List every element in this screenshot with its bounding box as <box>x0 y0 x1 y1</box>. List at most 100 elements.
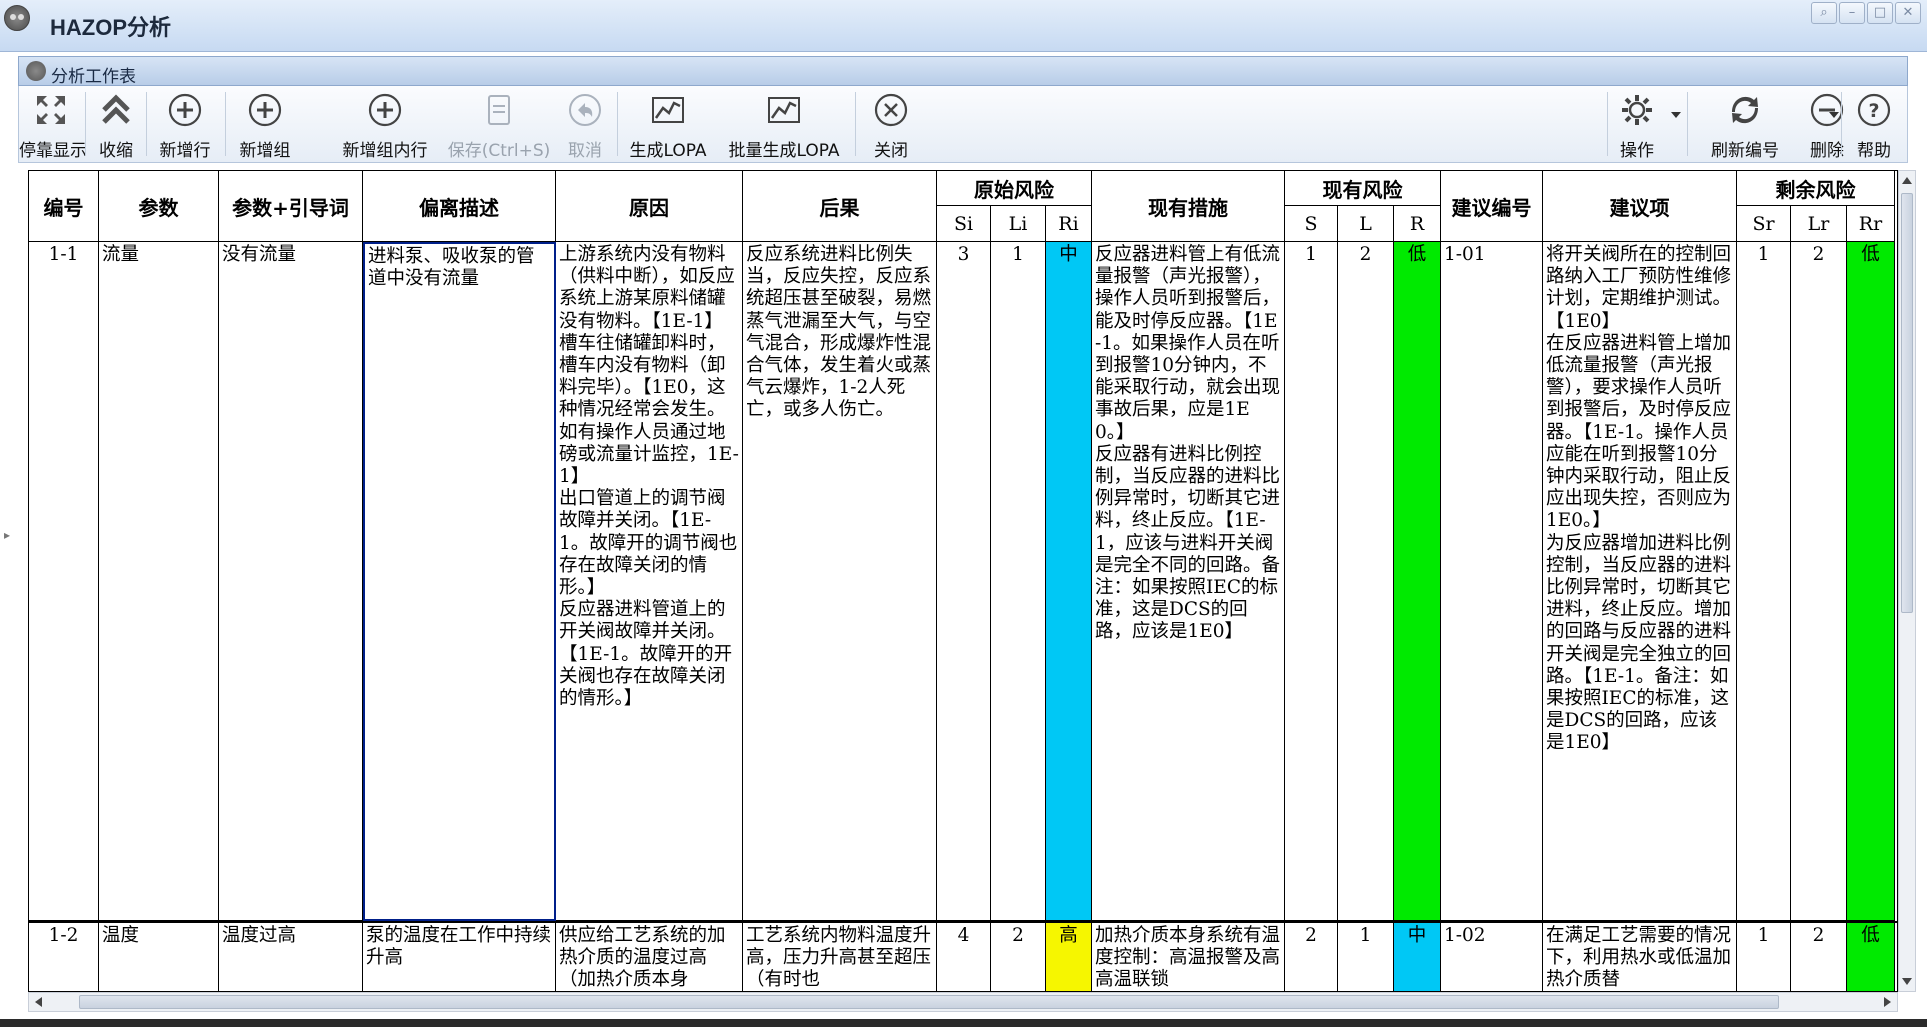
vertical-scroll-thumb[interactable] <box>1901 193 1913 613</box>
expand-side-icon[interactable]: ▸ <box>4 528 10 542</box>
cell-sugg[interactable]: 在满足工艺需要的情况下，利用热水或低温加热介质替 <box>1543 923 1737 991</box>
toolbar-separator <box>855 92 856 156</box>
header-cur-risk[interactable]: 现有风险 <box>1285 171 1441 206</box>
header-ri[interactable]: Ri <box>1046 206 1092 242</box>
cell-r[interactable]: 中 <box>1394 923 1441 991</box>
toolbar-separator <box>1841 92 1842 156</box>
maximize-icon[interactable]: □ <box>1867 2 1893 24</box>
cell-consequence[interactable]: 反应系统进料比例失当，反应失控，反应系统超压甚至破裂，易燃蒸气泄漏至大气，与空气… <box>743 242 937 921</box>
horizontal-scroll-thumb[interactable] <box>79 995 1779 1009</box>
line-chart-icon <box>652 97 684 123</box>
cell-lr[interactable]: 2 <box>1791 923 1847 991</box>
header-l[interactable]: L <box>1338 206 1394 242</box>
cell-no[interactable]: 1-1 <box>29 242 99 921</box>
cell-li[interactable]: 2 <box>991 923 1046 991</box>
header-res-risk[interactable]: 剩余风险 <box>1737 171 1895 206</box>
batch-lopa-button[interactable]: 批量生成LOPA <box>719 86 849 163</box>
header-orig-risk[interactable]: 原始风险 <box>937 171 1092 206</box>
svg-text:?: ? <box>1868 100 1879 122</box>
header-rr[interactable]: Rr <box>1847 206 1895 242</box>
cell-rr[interactable]: 低 <box>1847 242 1895 921</box>
cell-ri[interactable]: 中 <box>1046 242 1092 921</box>
cell-li[interactable]: 1 <box>991 242 1046 921</box>
header-li[interactable]: Li <box>991 206 1046 242</box>
operate-button[interactable]: 操作 <box>1611 86 1663 163</box>
close-button[interactable]: 关闭 <box>865 86 917 163</box>
chevron-down-icon[interactable] <box>1829 112 1839 118</box>
cell-l[interactable]: 2 <box>1338 242 1394 921</box>
cell-cause[interactable]: 上游系统内没有物料（供料中断），如反应系统上游某原料储罐没有物料。【1E-1】 … <box>556 242 743 921</box>
header-cause[interactable]: 原因 <box>556 171 743 242</box>
gen-lopa-button[interactable]: 生成LOPA <box>621 86 715 163</box>
cell-s[interactable]: 2 <box>1285 923 1338 991</box>
scroll-left-icon[interactable] <box>35 997 42 1007</box>
header-deviation[interactable]: 偏离描述 <box>363 171 556 242</box>
close-window-icon[interactable]: ✕ <box>1895 2 1921 24</box>
help-label: 帮助 <box>1857 141 1891 161</box>
header-lr[interactable]: Lr <box>1791 206 1847 242</box>
scroll-up-icon[interactable] <box>1902 177 1912 184</box>
undo-icon <box>569 94 601 126</box>
help-button[interactable]: ? 帮助 <box>1845 86 1903 163</box>
cell-sugg-no[interactable]: 1-01 <box>1441 242 1543 921</box>
cell-measures[interactable]: 反应器进料管上有低流量报警（声光报警），操作人员听到报警后，能及时停反应器。【1… <box>1092 242 1285 921</box>
toolbar-separator <box>85 92 86 156</box>
header-sr[interactable]: Sr <box>1737 206 1791 242</box>
close-circle-icon <box>874 93 908 127</box>
horizontal-scrollbar[interactable] <box>28 992 1898 1012</box>
scroll-down-icon[interactable] <box>1902 978 1912 985</box>
cell-sr[interactable]: 1 <box>1737 923 1791 991</box>
cancel-button[interactable]: 取消 <box>559 86 611 163</box>
pin-icon[interactable]: ⌕ <box>1811 2 1837 24</box>
cell-l[interactable]: 1 <box>1338 923 1394 991</box>
header-s[interactable]: S <box>1285 206 1338 242</box>
header-measures[interactable]: 现有措施 <box>1092 171 1285 242</box>
cell-ri[interactable]: 高 <box>1046 923 1092 991</box>
cell-measures[interactable]: 加热介质本身系统有温度控制：高温报警及高高温联锁 <box>1092 923 1285 991</box>
header-si[interactable]: Si <box>937 206 991 242</box>
add-in-group-button[interactable]: 新增组内行 <box>339 86 431 163</box>
cell-r[interactable]: 低 <box>1394 242 1441 921</box>
save-button[interactable]: 保存(Ctrl+S) <box>443 86 555 163</box>
header-param-guide[interactable]: 参数+引导词 <box>219 171 363 242</box>
minimize-icon[interactable]: – <box>1839 2 1865 24</box>
cell-cause[interactable]: 供应给工艺系统的加热介质的温度过高（加热介质本身 <box>556 923 743 991</box>
cell-param-guide[interactable]: 温度过高 <box>219 923 363 991</box>
cell-no[interactable]: 1-2 <box>29 923 99 991</box>
header-sugg-no[interactable]: 建议编号 <box>1441 171 1543 242</box>
cell-rr[interactable]: 低 <box>1847 923 1895 991</box>
line-chart-icon <box>768 97 800 123</box>
window-title: HAZOP分析 <box>50 15 172 40</box>
vertical-scrollbar[interactable] <box>1898 170 1916 992</box>
cell-param[interactable]: 温度 <box>99 923 219 991</box>
header-consequence[interactable]: 后果 <box>743 171 937 242</box>
cell-param[interactable]: 流量 <box>99 242 219 921</box>
cell-sugg[interactable]: 将开关阀所在的控制回路纳入工厂预防性维修计划，定期维护测试。【1E0】 在反应器… <box>1543 242 1737 921</box>
save-label: 保存(Ctrl+S) <box>447 141 551 161</box>
add-group-button[interactable]: 新增组 <box>229 86 301 163</box>
cell-s[interactable]: 1 <box>1285 242 1338 921</box>
cell-si[interactable]: 3 <box>937 242 991 921</box>
cell-consequence[interactable]: 工艺系统内物料温度升高，压力升高甚至超压（有时也 <box>743 923 937 991</box>
cell-lr[interactable]: 2 <box>1791 242 1847 921</box>
dock-button[interactable]: 停靠显示 <box>19 86 87 163</box>
add-row-button[interactable]: 新增行 <box>149 86 221 163</box>
cell-deviation[interactable]: 泵的温度在工作中持续升高 <box>363 923 556 991</box>
operate-label: 操作 <box>1620 141 1654 161</box>
batch-lopa-label: 批量生成LOPA <box>728 141 840 161</box>
cell-deviation[interactable]: 进料泵、吸收泵的管道中没有流量 <box>363 242 556 921</box>
refresh-number-button[interactable]: 刷新编号 <box>1689 86 1801 163</box>
toolbar: 停靠显示 收缩 新增行 新增组 新增组内行 保存(Ctrl+S) 取消 生成LO… <box>18 86 1908 163</box>
cell-si[interactable]: 4 <box>937 923 991 991</box>
header-sugg[interactable]: 建议项 <box>1543 171 1737 242</box>
taskbar-strip <box>0 1019 1927 1027</box>
cell-sugg-no[interactable]: 1-02 <box>1441 923 1543 991</box>
collapse-button[interactable]: 收缩 <box>89 86 143 163</box>
header-r[interactable]: R <box>1394 206 1441 242</box>
cell-sr[interactable]: 1 <box>1737 242 1791 921</box>
chevron-down-icon[interactable] <box>1671 112 1681 118</box>
cell-param-guide[interactable]: 没有流量 <box>219 242 363 921</box>
header-param[interactable]: 参数 <box>99 171 219 242</box>
header-no[interactable]: 编号 <box>29 171 99 242</box>
scroll-right-icon[interactable] <box>1884 997 1891 1007</box>
